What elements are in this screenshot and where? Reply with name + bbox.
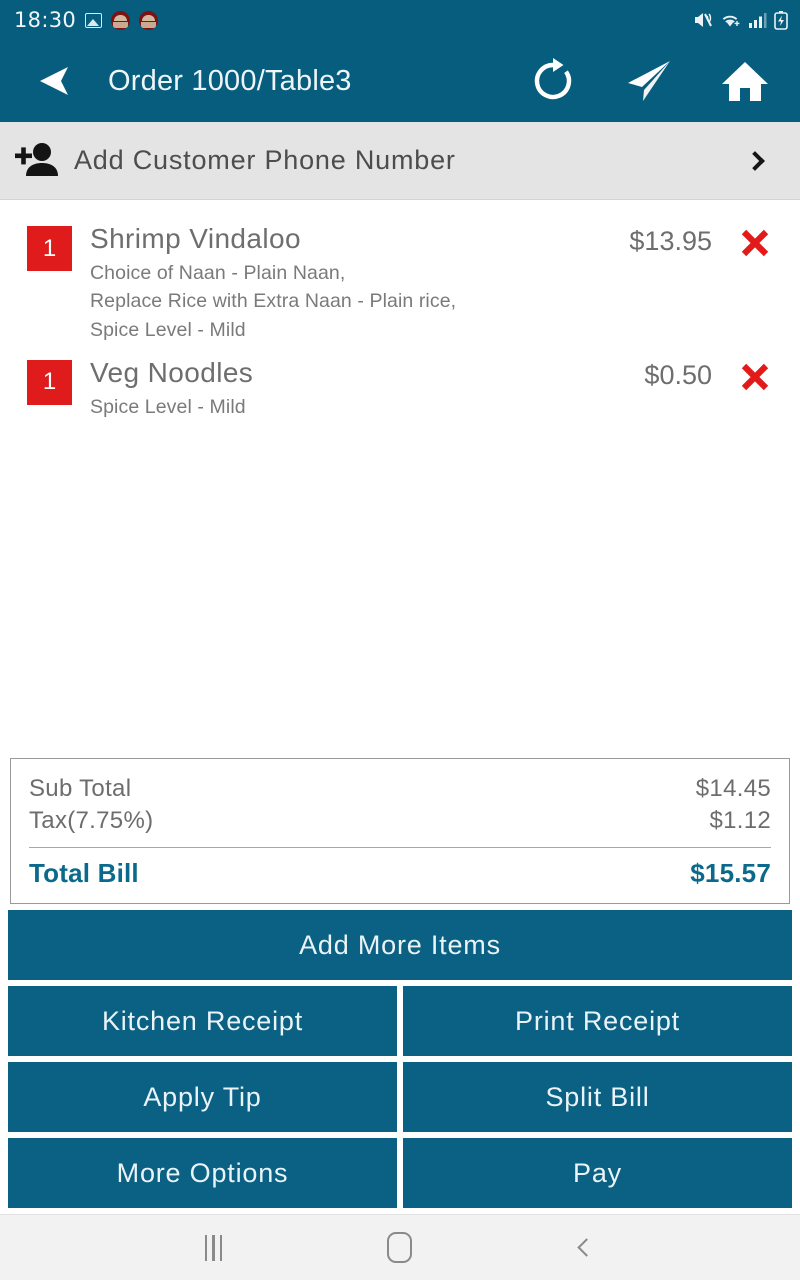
send-button[interactable]: [622, 54, 676, 108]
split-bill-button[interactable]: Split Bill: [403, 1062, 792, 1132]
person-add-icon: [12, 139, 62, 183]
item-modifiers: Choice of Naan - Plain Naan, Replace Ric…: [90, 262, 457, 341]
home-square-icon: [387, 1232, 413, 1263]
total-bill-value: $15.57: [690, 858, 771, 888]
totals-divider: [29, 846, 771, 848]
back-arrow-icon: [40, 67, 68, 95]
item-name: Veg Noodles: [90, 356, 254, 388]
app-bar-actions: [526, 54, 772, 108]
app-notification-icon: [111, 10, 131, 30]
subtotal-label: Sub Total: [29, 774, 132, 802]
more-options-button[interactable]: More Options: [8, 1138, 397, 1208]
back-chevron-icon: [577, 1238, 596, 1257]
tax-label: Tax(7.75%): [29, 806, 154, 834]
page-title: Order 1000/Table3: [108, 64, 352, 97]
remove-item-icon: [741, 363, 769, 391]
send-icon: [628, 61, 670, 101]
total-bill-line: Total Bill $15.57: [29, 856, 771, 891]
apply-tip-button[interactable]: Apply Tip: [8, 1062, 397, 1132]
order-item-row[interactable]: 1 Veg Noodles Spice Level - Mild $0.50: [0, 348, 800, 425]
recents-button[interactable]: [178, 1224, 248, 1272]
order-items-list: 1 Shrimp Vindaloo Choice of Naan - Plain…: [0, 200, 800, 758]
item-quantity-badge[interactable]: 1: [27, 226, 72, 271]
action-row-3: More Options Pay: [8, 1138, 792, 1208]
recents-icon: [204, 1234, 223, 1261]
add-customer-phone-label: Add Customer Phone Number: [74, 145, 456, 175]
item-price: $13.95: [629, 226, 712, 256]
status-bar: 18:30: [0, 0, 800, 40]
item-details: Shrimp Vindaloo Choice of Naan - Plain N…: [90, 222, 584, 344]
remove-item-button[interactable]: [732, 228, 778, 258]
cellular-signal-icon: [748, 12, 767, 29]
gallery-icon: [85, 12, 103, 28]
action-buttons: Add More Items Kitchen Receipt Print Rec…: [0, 904, 800, 1214]
item-quantity-badge[interactable]: 1: [27, 359, 72, 405]
item-modifiers: Spice Level - Mild: [90, 395, 246, 418]
add-more-items-button[interactable]: Add More Items: [8, 910, 792, 980]
app-notification-icon: [139, 10, 159, 30]
home-icon: [722, 62, 768, 101]
total-bill-label: Total Bill: [29, 858, 139, 888]
totals-section: Sub Total $14.45 Tax(7.75%) $1.12 Total …: [0, 757, 800, 904]
remove-item-button[interactable]: [732, 362, 778, 392]
tax-value: $1.12: [709, 806, 771, 834]
status-bar-left: 18:30: [14, 8, 159, 32]
system-navigation-bar: [0, 1214, 800, 1280]
home-nav-button[interactable]: [365, 1224, 435, 1272]
remove-item-icon: [741, 229, 769, 257]
refresh-icon: [534, 58, 572, 100]
status-time: 18:30: [14, 8, 77, 32]
app-bar: Order 1000/Table3: [0, 40, 800, 122]
item-name: Shrimp Vindaloo: [90, 223, 301, 254]
mute-vibrate-icon: [693, 11, 713, 29]
refresh-button[interactable]: [526, 54, 580, 108]
subtotal-line: Sub Total $14.45: [29, 773, 771, 805]
wifi-icon: [720, 11, 741, 29]
print-receipt-button[interactable]: Print Receipt: [403, 986, 792, 1056]
back-nav-button[interactable]: [552, 1224, 622, 1272]
action-row-1: Kitchen Receipt Print Receipt: [8, 986, 792, 1056]
back-button[interactable]: [26, 53, 82, 109]
add-customer-phone-row[interactable]: Add Customer Phone Number: [0, 122, 800, 200]
app-screen: 18:30 Order 1000/Table3 Add Customer Pho…: [0, 0, 800, 1280]
subtotal-value: $14.45: [695, 774, 771, 802]
tax-line: Tax(7.75%) $1.12: [29, 805, 771, 837]
kitchen-receipt-button[interactable]: Kitchen Receipt: [8, 986, 397, 1056]
action-row-2: Apply Tip Split Bill: [8, 1062, 792, 1132]
item-price: $0.50: [644, 359, 712, 390]
status-bar-right: [693, 10, 788, 30]
home-button[interactable]: [718, 54, 772, 108]
item-details: Veg Noodles Spice Level - Mild: [90, 356, 584, 421]
order-item-row[interactable]: 1 Shrimp Vindaloo Choice of Naan - Plain…: [0, 214, 800, 348]
battery-charging-icon: [774, 10, 788, 30]
pay-button[interactable]: Pay: [403, 1138, 792, 1208]
totals-card: Sub Total $14.45 Tax(7.75%) $1.12 Total …: [10, 757, 790, 904]
chevron-right-icon: [745, 150, 765, 171]
